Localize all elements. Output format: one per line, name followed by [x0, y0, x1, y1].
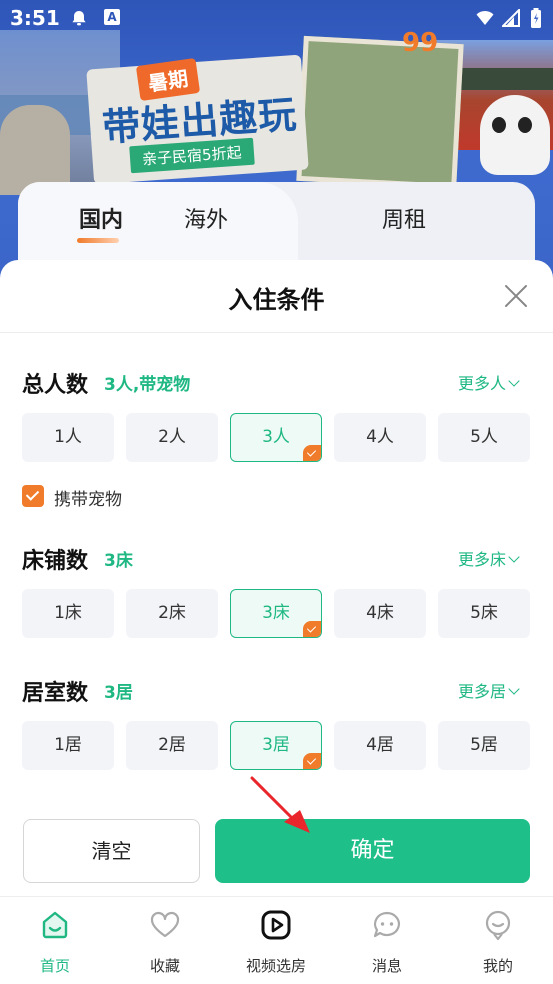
signal-icon — [502, 9, 520, 27]
status-time: 3:51 — [10, 6, 60, 30]
nav-video-rooms[interactable]: 视频选房 — [221, 897, 331, 984]
rooms-section-value: 3居 — [104, 683, 133, 703]
guests-option-3[interactable]: 3人 — [230, 413, 322, 462]
nav-favorites-label: 收藏 — [149, 957, 180, 975]
beds-options: 1床 2床 3床 4床 5床 — [22, 589, 532, 638]
rooms-option-1[interactable]: 1居 — [22, 721, 114, 770]
home-icon — [42, 911, 68, 939]
beds-option-2[interactable]: 2床 — [126, 589, 218, 638]
red-pointer-arrow-icon — [250, 776, 310, 833]
close-icon[interactable] — [500, 280, 532, 312]
guests-section-value: 3人,带宠物 — [104, 375, 191, 395]
more-rooms-link[interactable]: 更多居 — [458, 678, 520, 702]
nav-home[interactable]: 首页 — [0, 897, 110, 984]
tab-domestic[interactable]: 国内 — [79, 202, 123, 234]
rooms-option-4[interactable]: 4居 — [334, 721, 426, 770]
pet-checkbox[interactable] — [22, 485, 44, 507]
clear-button[interactable]: 清空 — [23, 819, 200, 883]
beds-option-3[interactable]: 3床 — [230, 589, 322, 638]
beds-option-3-label: 3床 — [262, 603, 290, 623]
nav-messages-label: 消息 — [371, 957, 402, 975]
heart-icon — [150, 911, 180, 938]
selected-check-icon — [303, 621, 321, 637]
video-play-icon — [261, 910, 291, 940]
selected-check-icon — [303, 445, 321, 461]
selected-check-icon — [303, 753, 321, 769]
wifi-icon — [476, 10, 494, 25]
beds-option-4[interactable]: 4床 — [334, 589, 426, 638]
bottom-navigation: 首页 收藏 视频选房 消息 我的 — [0, 896, 553, 984]
nav-home-label: 首页 — [39, 957, 70, 975]
sheet-divider — [0, 332, 553, 333]
more-guests-link[interactable]: 更多人 — [458, 370, 520, 394]
rooms-options: 1居 2居 3居 4居 5居 — [22, 721, 532, 770]
tab-overseas[interactable]: 海外 — [184, 202, 228, 234]
guests-section-title: 总人数 — [22, 373, 89, 398]
family-photo — [296, 35, 464, 190]
beds-option-5[interactable]: 5床 — [438, 589, 530, 638]
rooms-option-3-label: 3居 — [262, 735, 290, 755]
nav-profile[interactable]: 我的 — [443, 897, 553, 984]
rooms-option-5[interactable]: 5居 — [438, 721, 530, 770]
sheet-title: 入住条件 — [228, 286, 325, 314]
rooms-option-3[interactable]: 3居 — [230, 721, 322, 770]
status-bar: 3:51 A — [0, 0, 553, 38]
guests-option-1[interactable]: 1人 — [22, 413, 114, 462]
notification-bell-icon — [72, 11, 86, 26]
nav-video-rooms-label: 视频选房 — [245, 957, 306, 975]
tab-weekly-rental[interactable]: 周租 — [382, 202, 426, 234]
nav-profile-label: 我的 — [482, 957, 513, 975]
chevron-down-icon — [508, 551, 520, 563]
pet-checkbox-label: 携带宠物 — [54, 490, 122, 510]
profile-icon — [485, 910, 511, 941]
rooms-option-2[interactable]: 2居 — [126, 721, 218, 770]
active-tab-indicator — [77, 238, 119, 243]
beds-option-1[interactable]: 1床 — [22, 589, 114, 638]
panda-image — [480, 95, 550, 175]
beds-section-title: 床铺数 — [22, 549, 89, 574]
nav-favorites[interactable]: 收藏 — [110, 897, 220, 984]
a-notification-icon: A — [104, 9, 120, 25]
more-rooms-label: 更多居 — [458, 682, 507, 701]
guests-option-2[interactable]: 2人 — [126, 413, 218, 462]
nav-messages[interactable]: 消息 — [332, 897, 442, 984]
message-icon — [373, 911, 400, 938]
chevron-down-icon — [508, 375, 520, 387]
guests-option-4[interactable]: 4人 — [334, 413, 426, 462]
more-guests-label: 更多人 — [458, 374, 507, 393]
guests-option-3-label: 3人 — [262, 427, 290, 447]
more-beds-label: 更多床 — [458, 550, 507, 569]
more-beds-link[interactable]: 更多床 — [458, 546, 520, 570]
chevron-down-icon — [508, 683, 520, 695]
rooms-section-title: 居室数 — [22, 681, 89, 706]
battery-icon — [531, 8, 541, 28]
guests-options: 1人 2人 3人 4人 5人 — [22, 413, 532, 462]
guests-option-5[interactable]: 5人 — [438, 413, 530, 462]
beds-section-value: 3床 — [104, 551, 133, 571]
